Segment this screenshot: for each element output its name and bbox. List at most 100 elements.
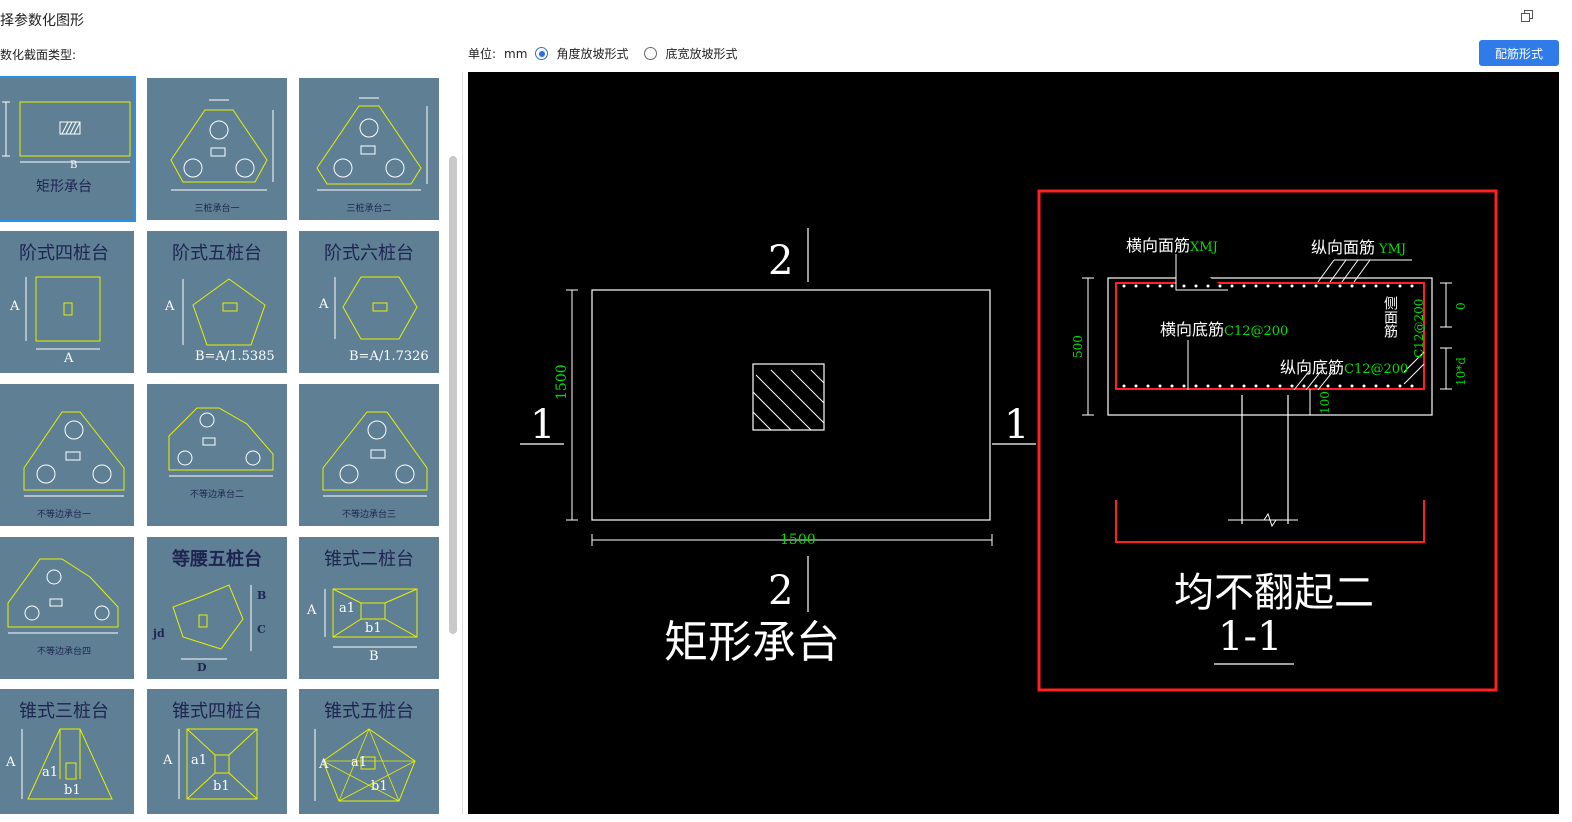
rebar-dot: [1194, 284, 1198, 288]
restore-icon[interactable]: [1520, 9, 1536, 25]
rebar-dot: [1146, 284, 1150, 288]
section-code-top-longitudinal: YMJ: [1379, 242, 1407, 257]
rebar-dot: [1218, 284, 1222, 288]
cone2-dim-a1: a1: [339, 601, 356, 616]
title-bar: 择参数化图形: [0, 0, 1572, 40]
thumb-cone4[interactable]: 锥式四桩台 A a1 b1: [147, 689, 287, 814]
rebar-dot: [1362, 284, 1366, 288]
radio-checked-icon[interactable]: [535, 47, 549, 60]
section-code-bottom-transverse: C12@200: [1224, 324, 1289, 339]
radio-angle-slope[interactable]: 角度放坡形式: [535, 45, 636, 62]
cone3-dim-b1: b1: [64, 783, 81, 798]
step6-dim-b: B=A/1.7326: [349, 349, 429, 364]
rebar-dot: [1314, 284, 1318, 288]
uneq3-preview-icon: [322, 411, 428, 497]
step5-dim-a: A: [165, 299, 175, 314]
thumb-iso5[interactable]: 等腰五桩台 B C jd D: [147, 537, 287, 679]
thumb-pile3b[interactable]: 三桩承台二: [299, 78, 439, 220]
rebar-dot: [1146, 384, 1150, 388]
rebar-dot: [1230, 284, 1234, 288]
uneq2-subtitle: 不等边承台二: [189, 490, 244, 500]
cone4-dim-a1: a1: [191, 753, 208, 768]
rebar-form-button[interactable]: 配筋形式: [1479, 40, 1559, 66]
plan-section-mark-right: 1: [1004, 402, 1030, 448]
thumb-uneq2[interactable]: 不等边承台二: [147, 384, 287, 526]
rebar-dot: [1170, 284, 1174, 288]
iso5-dim-b: B: [257, 589, 267, 602]
thumb-uneq1[interactable]: 不等边承台一: [0, 384, 134, 526]
unit-label: 单位:: [468, 47, 497, 61]
gallery-scrollbar[interactable]: [449, 156, 457, 634]
rebar-dot: [1134, 384, 1138, 388]
section-style-name: 均不翻起二: [1174, 570, 1374, 616]
rebar-dot: [1242, 284, 1246, 288]
section-label-top-longitudinal: 纵向面筋 YMJ: [1311, 238, 1407, 257]
uneq4-subtitle: 不等边承台四: [36, 647, 91, 657]
rebar-dot: [1410, 284, 1414, 288]
rebar-dot: [1374, 284, 1378, 288]
rect-preview-icon: [2, 101, 131, 163]
cone4-preview-icon: [178, 728, 258, 800]
section-height-dimension: 500: [1071, 335, 1085, 358]
rebar-dot: [1398, 284, 1402, 288]
thumb-uneq3[interactable]: 不等边承台三: [299, 384, 439, 526]
rebar-dot: [1290, 284, 1294, 288]
rebar-dot: [1386, 284, 1390, 288]
cone5-preview-icon: [314, 728, 416, 802]
radio-width-slope-label: 底宽放坡形式: [665, 47, 738, 61]
section-dim-zero: 0: [1454, 302, 1468, 310]
section-label-bottom-transverse: 横向底筋C12@200: [1160, 320, 1289, 339]
step4-dim-a-left: A: [10, 299, 20, 314]
uneq3-subtitle: 不等边承台三: [341, 510, 396, 520]
rebar-dot: [1122, 284, 1126, 288]
iso5-dim-jd: jd: [153, 627, 165, 640]
thumb-cone2[interactable]: 锥式二桩台 A a1 b1 B: [299, 537, 439, 679]
cone3-dim-a1: a1: [42, 765, 59, 780]
pile3a-subtitle: 三桩承台一: [194, 204, 240, 214]
rebar-dot: [1158, 284, 1162, 288]
rebar-dot: [1182, 384, 1186, 388]
thumb-pile3a[interactable]: 三桩承台一: [147, 78, 287, 220]
thumb-cone3[interactable]: 锥式三桩台 A a1 b1: [0, 689, 134, 814]
plan-section-mark-left: 1: [530, 402, 556, 448]
rebar-dot: [1254, 384, 1258, 388]
rebar-dot: [1410, 384, 1414, 388]
unit-group: 单位: mm 角度放坡形式 底宽放坡形式: [468, 45, 753, 62]
cone3-dim-a: A: [6, 755, 16, 770]
rebar-dot: [1158, 384, 1162, 388]
thumb-rect[interactable]: B 矩形承台: [0, 76, 136, 222]
plan-width-dimension: 1500: [780, 532, 816, 548]
thumb-step6[interactable]: 阶式六桩台 A B=A/1.7326: [299, 231, 439, 373]
rebar-dot: [1266, 284, 1270, 288]
shape-gallery: B 矩形承台 三桩承台一 三桩承台二 阶式四桩台 A A 阶式五桩台 A B=A…: [0, 72, 463, 814]
rebar-dot: [1302, 284, 1306, 288]
thumb-cone5[interactable]: 锥式五桩台 A a1 b1: [299, 689, 439, 814]
plan-shape-name: 矩形承台: [664, 617, 840, 668]
cone4-dim-b1: b1: [213, 779, 230, 794]
rebar-dot: [1218, 384, 1222, 388]
section-label-top-transverse: 横向面筋XMJ: [1126, 236, 1218, 255]
cone2-dim-b1: b1: [365, 621, 382, 636]
thumb-step5[interactable]: 阶式五桩台 A B=A/1.5385: [147, 231, 287, 373]
rebar-dot: [1374, 384, 1378, 388]
rebar-dot: [1338, 284, 1342, 288]
rebar-dot: [1326, 384, 1330, 388]
section-label-bottom-longitudinal: 纵向底筋C12@200: [1280, 358, 1409, 377]
rebar-dot: [1278, 284, 1282, 288]
rect-dim-b: B: [70, 160, 78, 171]
section-name: 1-1: [1218, 614, 1283, 660]
plan-height-dimension: 1500: [554, 364, 570, 400]
radio-unchecked-icon[interactable]: [644, 47, 658, 60]
cone5-dim-b1: b1: [371, 779, 388, 794]
rebar-dot: [1122, 384, 1126, 388]
thumb-step4[interactable]: 阶式四桩台 A A: [0, 231, 134, 373]
thumb-uneq4[interactable]: 不等边承台四: [0, 537, 134, 679]
plan-view: [520, 228, 1036, 612]
iso5-dim-c: C: [257, 623, 266, 636]
section-code-side: C12@200: [1412, 298, 1426, 358]
section-label-side: 侧面筋: [1382, 296, 1398, 338]
section-dim-10d: 10*d: [1454, 357, 1468, 386]
rect-subtitle: 矩形承台: [36, 179, 92, 195]
radio-width-slope[interactable]: 底宽放坡形式: [644, 45, 745, 62]
rebar-dot: [1326, 284, 1330, 288]
